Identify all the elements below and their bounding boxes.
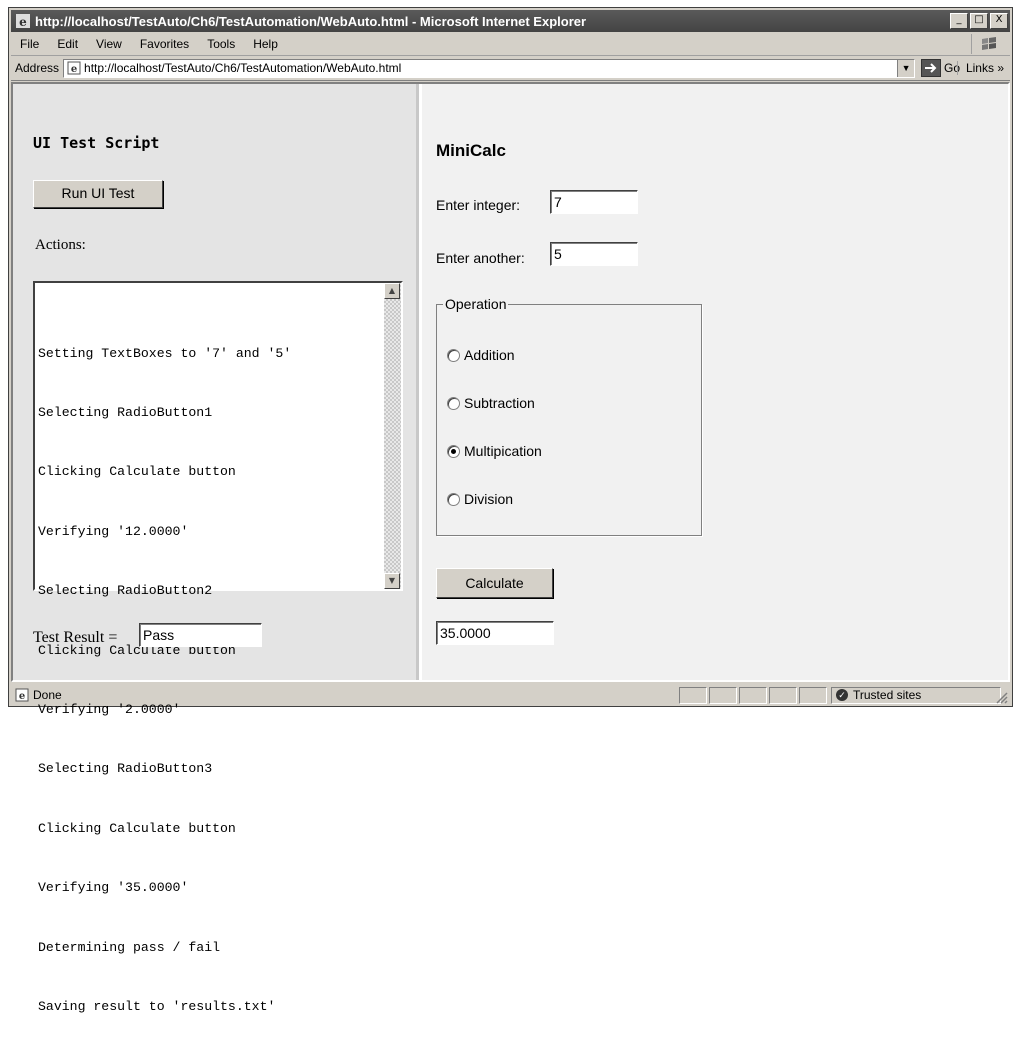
address-input[interactable]: e http://localhost/TestAuto/Ch6/TestAuto…: [63, 58, 916, 78]
log-line: Selecting RadioButton1: [38, 404, 213, 420]
radio-label: Subtraction: [464, 395, 535, 411]
test-result-field[interactable]: Pass: [139, 623, 262, 647]
radio-subtraction[interactable]: Subtraction: [447, 395, 535, 411]
radio-addition[interactable]: Addition: [447, 347, 515, 363]
operation-group: Operation Addition Subtraction Multipica…: [436, 296, 702, 536]
trusted-sites-icon: ✓: [836, 689, 848, 701]
scroll-up-icon[interactable]: ▲: [384, 283, 400, 299]
another-label: Enter another:: [436, 250, 525, 266]
address-bar: Address e http://localhost/TestAuto/Ch6/…: [11, 56, 1010, 81]
resize-grip-icon[interactable]: [994, 690, 1008, 704]
test-result-label: Test Result =: [33, 629, 118, 646]
another-input[interactable]: 5: [550, 242, 638, 266]
minimize-button[interactable]: _: [950, 13, 968, 29]
menu-bar: File Edit View Favorites Tools Help: [11, 33, 1010, 56]
radio-button[interactable]: [447, 492, 460, 506]
page-icon: e: [67, 61, 81, 75]
links-toolbar[interactable]: Links »: [956, 61, 1004, 75]
menu-help[interactable]: Help: [244, 37, 287, 51]
menu-file[interactable]: File: [11, 37, 48, 51]
svg-text:e: e: [19, 691, 25, 702]
browser-window: e http://localhost/TestAuto/Ch6/TestAuto…: [8, 7, 1013, 1014]
log-line: Determining pass / fail: [38, 939, 221, 955]
address-dropdown-icon[interactable]: ▼: [897, 59, 915, 77]
log-line: Setting TextBoxes to '7' and '5': [38, 345, 292, 361]
test-script-title: UI Test Script: [33, 134, 160, 152]
radio-multiplication[interactable]: Multipication: [447, 443, 542, 459]
menu-tools[interactable]: Tools: [198, 37, 244, 51]
scroll-down-icon[interactable]: ▼: [384, 573, 400, 589]
run-ui-test-button[interactable]: Run UI Test: [33, 180, 163, 208]
log-line: Verifying '35.0000': [38, 880, 189, 896]
radio-button[interactable]: [447, 348, 460, 362]
actions-label: Actions:: [35, 237, 86, 253]
security-zone[interactable]: ✓ Trusted sites: [831, 686, 1001, 704]
close-button[interactable]: X: [990, 13, 1008, 29]
window-title: http://localhost/TestAuto/Ch6/TestAutoma…: [35, 13, 587, 29]
page-done-icon: e: [15, 688, 29, 702]
status-segment: [679, 686, 707, 704]
internet-explorer-icon: e: [16, 14, 30, 29]
radio-button-selected[interactable]: [447, 444, 460, 458]
radio-label: Addition: [464, 347, 515, 363]
log-line: Selecting RadioButton3: [38, 761, 213, 777]
operation-legend: Operation: [443, 296, 509, 312]
status-segment: [769, 686, 797, 704]
svg-text:e: e: [19, 15, 27, 29]
menu-edit[interactable]: Edit: [48, 37, 87, 51]
actions-log-textarea[interactable]: Setting TextBoxes to '7' and '5' Selecti…: [33, 281, 403, 1014]
status-segment: [739, 686, 767, 704]
status-segment: [799, 686, 827, 704]
menu-view[interactable]: View: [87, 37, 131, 51]
svg-text:e: e: [71, 64, 77, 75]
address-url: http://localhost/TestAuto/Ch6/TestAutoma…: [84, 61, 402, 75]
actions-log: Setting TextBoxes to '7' and '5' Selecti…: [38, 304, 291, 1056]
status-bar: e Done ✓ Trusted sites: [11, 685, 1010, 705]
result-field[interactable]: 35.0000: [436, 621, 554, 645]
integer-label: Enter integer:: [436, 197, 521, 213]
radio-label: Division: [464, 491, 514, 507]
calculate-button[interactable]: Calculate: [436, 568, 553, 598]
minicalc-frame: MiniCalc Enter integer: 7 Enter another:…: [422, 84, 1008, 680]
log-line: Clicking Calculate button: [38, 464, 236, 480]
radio-division[interactable]: Division: [447, 491, 513, 507]
log-line: Verifying '12.0000': [38, 523, 189, 539]
title-bar: e http://localhost/TestAuto/Ch6/TestAuto…: [11, 10, 1010, 32]
integer-input[interactable]: 7: [550, 190, 638, 214]
log-line: Saving result to 'results.txt': [38, 998, 276, 1014]
status-text: Done: [33, 688, 62, 702]
radio-button[interactable]: [447, 396, 460, 410]
status-segment: [709, 686, 737, 704]
page-content: UI Test Script Run UI Test Actions: Sett…: [11, 82, 1010, 1014]
zone-label: Trusted sites: [853, 688, 922, 702]
address-label: Address: [15, 61, 60, 75]
log-line: Clicking Calculate button: [38, 820, 236, 836]
radio-label: Multipication: [464, 443, 542, 459]
test-script-frame: UI Test Script Run UI Test Actions: Sett…: [13, 84, 419, 1014]
windows-logo-icon: [971, 34, 1006, 54]
log-scrollbar[interactable]: ▲ ▼: [384, 283, 401, 589]
maximize-button[interactable]: □: [970, 13, 988, 29]
minicalc-title: MiniCalc: [436, 141, 506, 160]
go-arrow-icon[interactable]: [921, 59, 942, 77]
log-line: Selecting RadioButton2: [38, 583, 213, 599]
menu-favorites[interactable]: Favorites: [131, 37, 198, 51]
